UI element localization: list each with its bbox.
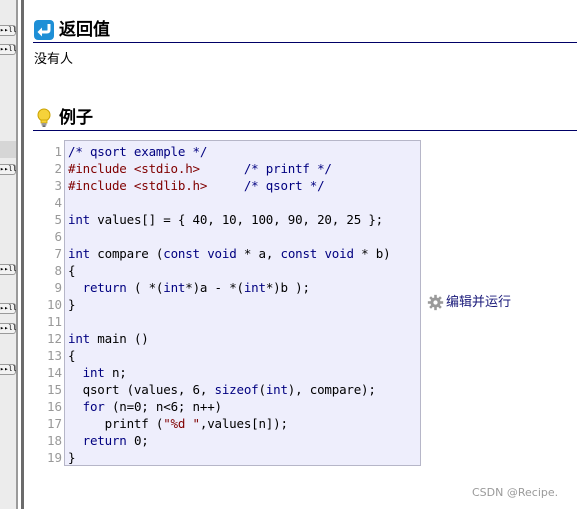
content-border[interactable] [21, 0, 24, 509]
code-line: int values[] = { 40, 10, 100, 90, 20, 25… [68, 212, 384, 227]
line-number: 9 [54, 280, 62, 295]
line-number: 6 [54, 229, 62, 244]
edit-and-run-link[interactable]: 编辑并运行 [427, 293, 511, 311]
code-lines[interactable]: /* qsort example */ #include <stdio.h> /*… [68, 143, 420, 466]
code-line: return ( *(int*)a - *(int*)b ); [82, 280, 310, 295]
code-line: } [68, 297, 76, 312]
left-sidebar: ▸▸ll ▸▸ll ▸▸ll ▸▸ll ▸▸ll ▸▸ll ▸▸ll [0, 0, 17, 509]
line-number: 18 [46, 433, 62, 448]
code-line: int compare (const void * a, const void … [68, 246, 391, 261]
watermark: CSDN @Recipe. [472, 486, 559, 499]
code-line: int main () [68, 331, 149, 346]
section-title: 例子 [59, 108, 93, 128]
line-number: 1 [54, 144, 62, 159]
code-line: #include <stdlib.h> /* qsort */ [68, 178, 325, 193]
section-divider [33, 42, 577, 43]
line-number: 5 [54, 212, 62, 227]
line-number: 8 [54, 263, 62, 278]
code-line: } [68, 450, 76, 465]
line-number: 17 [46, 416, 62, 431]
code-line: return 0; [82, 433, 149, 448]
example-header: 例子 [33, 107, 577, 131]
line-numbers: 1 2 3 4 5 6 7 8 9 10 11 12 13 14 15 16 17 18 19 [38, 143, 62, 466]
code-line: #include <stdio.h> /* printf */ [68, 161, 332, 176]
sidebar-button[interactable]: ▸▸ll [0, 323, 17, 334]
code-line: { [68, 263, 76, 278]
sidebar-button[interactable]: ▸▸ll [0, 364, 17, 375]
sidebar-button[interactable]: ▸▸ll [0, 303, 17, 314]
line-number: 4 [54, 195, 62, 210]
line-number: 14 [46, 365, 62, 380]
line-number: 15 [46, 382, 62, 397]
edit-and-run-label[interactable]: 编辑并运行 [446, 294, 511, 311]
line-number: 7 [54, 246, 62, 261]
line-number: 3 [54, 178, 62, 193]
line-number: 19 [46, 450, 62, 465]
sidebar-button[interactable]: ▸▸ll [0, 264, 17, 275]
return-arrow-icon [34, 20, 54, 40]
sidebar-button[interactable]: ▸▸ll [0, 164, 17, 175]
gear-icon [427, 294, 444, 310]
section-title: 返回值 [59, 20, 110, 40]
return-value-text: 没有人 [34, 52, 74, 67]
line-number: 12 [46, 331, 62, 346]
code-line: int n; [82, 365, 127, 380]
code-line: { [68, 348, 76, 363]
section-divider [33, 130, 577, 131]
line-number: 10 [46, 297, 62, 312]
lightbulb-icon [37, 108, 51, 127]
sidebar-button[interactable]: ▸▸ll [0, 25, 17, 36]
line-number: 11 [46, 314, 62, 329]
return-value-header: 返回值 [33, 19, 577, 43]
line-number: 13 [46, 348, 62, 363]
code-line: printf ("%d ",values[n]); [68, 416, 288, 431]
code-line: qsort (values, 6, sizeof(int), compare); [68, 382, 376, 397]
sidebar-divider [16, 0, 18, 509]
line-number: 2 [54, 161, 62, 176]
sidebar-button[interactable]: ▸▸ll [0, 44, 17, 55]
code-line: /* qsort example */ [68, 144, 208, 159]
line-number: 16 [46, 399, 62, 414]
sidebar-highlight [0, 141, 16, 158]
code-line: for (n=0; n<6; n++) [82, 399, 222, 414]
